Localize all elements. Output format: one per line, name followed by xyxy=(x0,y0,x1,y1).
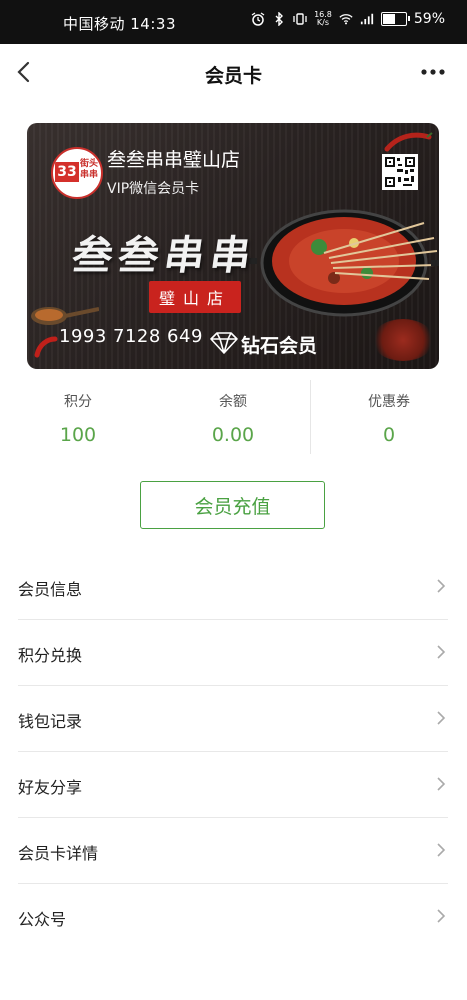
menu-item-label: 积分兑换 xyxy=(18,646,83,665)
menu-item-member-info[interactable]: 会员信息 xyxy=(18,554,448,620)
battery-fill xyxy=(382,14,396,24)
stat-balance[interactable]: 余额 0.00 xyxy=(155,380,311,456)
chili-icon xyxy=(34,336,58,358)
chevron-right-icon xyxy=(437,777,446,791)
logo-number: 33 xyxy=(55,162,79,182)
stat-points[interactable]: 积分 100 xyxy=(0,380,156,456)
menu-item-friend-share[interactable]: 好友分享 xyxy=(18,752,448,818)
net-speed: 16.8 K/s xyxy=(314,11,332,27)
stat-value: 0 xyxy=(382,424,396,446)
wifi-icon xyxy=(339,14,353,25)
stat-label: 优惠券 xyxy=(368,394,410,410)
stat-label: 积分 xyxy=(64,394,92,410)
carrier-time: 中国移动 14:33 xyxy=(63,15,176,33)
stat-value: 100 xyxy=(59,424,97,446)
battery-percent: 59% xyxy=(413,11,445,27)
chevron-right-icon xyxy=(437,579,446,593)
battery-icon xyxy=(380,12,410,26)
menu-item-official-account[interactable]: 公众号 xyxy=(18,884,448,949)
chevron-right-icon xyxy=(437,843,446,857)
store-logo: 33 街头串串 xyxy=(51,147,103,199)
store-name: 叁叁串串璧山店 xyxy=(107,149,241,171)
more-icon[interactable] xyxy=(421,68,445,76)
stat-coupons[interactable]: 优惠券 0 xyxy=(311,380,467,456)
menu-item-label: 钱包记录 xyxy=(18,712,83,731)
card-number: 1993 7128 649 xyxy=(59,326,203,347)
menu-item-label: 会员卡详情 xyxy=(18,844,99,863)
hotpot-illustration xyxy=(249,209,439,317)
menu-item-label: 公众号 xyxy=(18,910,67,929)
logo-text: 街头串串 xyxy=(80,159,99,180)
chevron-right-icon xyxy=(437,711,446,725)
member-stats: 积分 100 余额 0.00 优惠券 0 xyxy=(0,380,467,456)
stat-label: 余额 xyxy=(219,394,247,410)
alarm-icon xyxy=(251,12,265,26)
menu-item-card-details[interactable]: 会员卡详情 xyxy=(18,818,448,884)
menu-list: 会员信息 积分兑换 钱包记录 好友分享 会员卡详情 公众号 xyxy=(18,554,448,949)
page-title: 会员卡 xyxy=(204,65,262,87)
menu-item-label: 好友分享 xyxy=(18,778,83,797)
member-level: 钻石会员 xyxy=(241,335,318,357)
menu-item-wallet-records[interactable]: 钱包记录 xyxy=(18,686,448,752)
stat-value: 0.00 xyxy=(211,424,255,446)
diamond-icon xyxy=(210,332,238,354)
vibrate-icon xyxy=(293,13,307,25)
bluetooth-icon xyxy=(275,12,284,26)
member-card[interactable]: 33 街头串串 叁叁串串璧山店 VIP微信会员卡 叁叁串串 璧山店 1993 7… xyxy=(27,123,439,369)
status-bar: 中国移动 14:33 16.8 K/s 59% xyxy=(0,0,467,44)
brand-calligraphy: 叁叁串串 xyxy=(69,232,260,279)
spice-bowl-decoration xyxy=(372,319,434,361)
recharge-button[interactable]: 会员充值 xyxy=(140,481,325,529)
branch-stamp: 璧山店 xyxy=(149,281,242,313)
signal-icon xyxy=(360,13,373,25)
menu-item-points-exchange[interactable]: 积分兑换 xyxy=(18,620,448,686)
chili-decoration-icon xyxy=(384,132,433,152)
card-type: VIP微信会员卡 xyxy=(107,181,200,197)
menu-item-label: 会员信息 xyxy=(18,580,83,599)
status-icons: 16.8 K/s 59% xyxy=(251,11,445,27)
chevron-right-icon xyxy=(437,645,446,659)
chevron-right-icon xyxy=(437,909,446,923)
net-speed-unit: K/s xyxy=(316,18,330,27)
nav-bar: 会员卡 xyxy=(0,44,467,102)
